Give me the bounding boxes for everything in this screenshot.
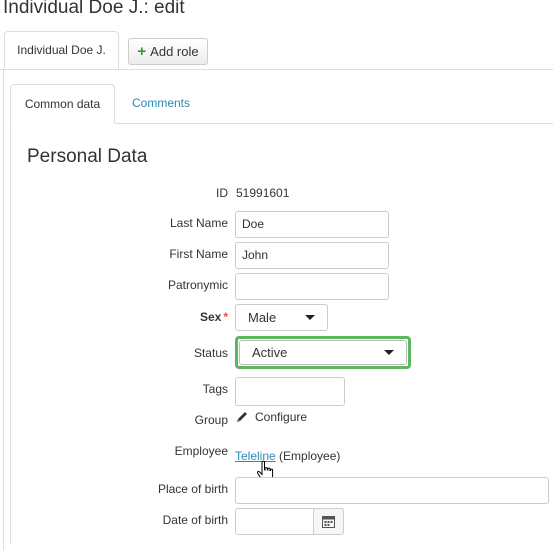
place-of-birth-label: Place of birth	[157, 482, 228, 496]
caret-down-icon	[305, 315, 315, 320]
sex-select-value: Male	[248, 310, 277, 325]
section-title: Personal Data	[27, 146, 148, 167]
status-select[interactable]: Active	[239, 340, 407, 365]
tab-comments[interactable]: Comments	[120, 84, 202, 124]
place-of-birth-field[interactable]	[235, 477, 549, 504]
patronymic-field[interactable]	[235, 273, 389, 300]
first-name-label: First Name	[169, 247, 228, 261]
status-label: Status	[193, 346, 228, 360]
id-label: ID	[216, 186, 228, 200]
page-title: Individual Doe J.: edit	[3, 0, 185, 18]
tags-label: Tags	[202, 382, 228, 396]
tab-common-data[interactable]: Common data	[10, 84, 115, 124]
calendar-icon	[322, 516, 335, 528]
required-marker: *	[223, 310, 228, 324]
pencil-icon	[237, 412, 247, 422]
sex-label: Sex *	[78, 310, 228, 324]
date-of-birth-field[interactable]	[235, 508, 314, 535]
last-name-label: Last Name	[169, 216, 228, 230]
sex-label-text: Sex	[199, 310, 222, 324]
group-configure-link[interactable]: Configure	[235, 410, 307, 424]
last-name-field[interactable]: Doe	[235, 211, 389, 238]
tab-individual[interactable]: Individual Doe J.	[4, 31, 119, 69]
status-select-value: Active	[252, 345, 288, 360]
inner-panel-border	[10, 124, 11, 544]
first-name-field[interactable]: John	[235, 242, 389, 269]
plus-icon: +	[137, 43, 147, 60]
employee-suffix: (Employee)	[279, 449, 341, 463]
employee-label: Employee	[174, 444, 228, 458]
date-of-birth-label: Date of birth	[162, 513, 228, 527]
id-value: 51991601	[236, 186, 290, 200]
patronymic-label: Patronymic	[167, 278, 228, 292]
configure-label: Configure	[255, 410, 308, 424]
add-role-label: Add role	[150, 44, 199, 59]
add-role-button[interactable]: + Add role	[128, 38, 208, 65]
employee-value: Teleline (Employee)	[235, 449, 340, 463]
caret-down-icon	[384, 350, 394, 355]
sex-select[interactable]: Male	[235, 304, 328, 331]
group-label: Group	[194, 413, 228, 427]
tags-field[interactable]	[235, 377, 345, 406]
calendar-button[interactable]	[314, 508, 344, 535]
